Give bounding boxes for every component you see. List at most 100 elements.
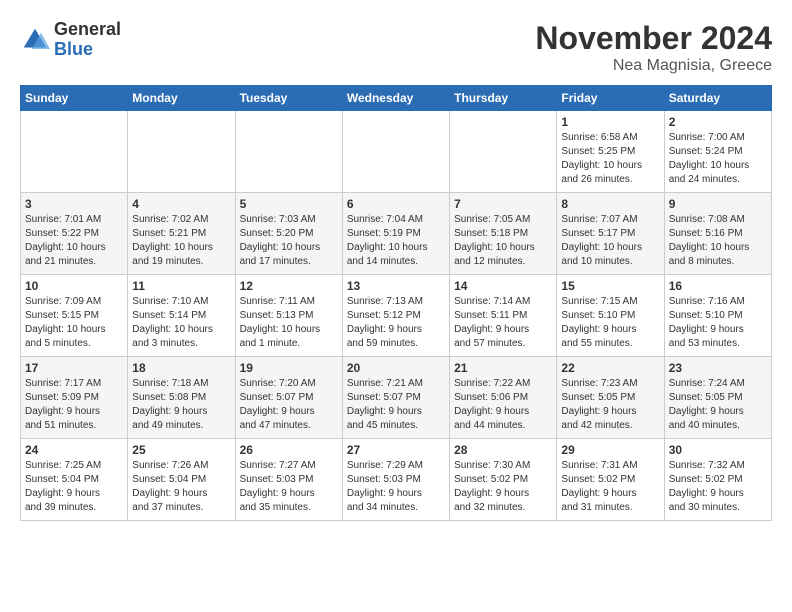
weekday-header: Wednesday [342,86,449,111]
calendar-cell: 21 Sunrise: 7:22 AM Sunset: 5:06 PM Dayli… [450,357,557,439]
day-detail: Sunrise: 7:21 AM Sunset: 5:07 PM Dayligh… [347,377,445,433]
calendar-week-row: 3 Sunrise: 7:01 AM Sunset: 5:22 PM Daylig… [21,193,772,275]
day-detail: Sunrise: 7:02 AM Sunset: 5:21 PM Dayligh… [132,213,230,269]
calendar-cell: 10Sunrise: 7:09 AM Sunset: 5:15 PM Dayli… [21,275,128,357]
logo-icon [20,25,50,55]
day-detail: Sunrise: 7:15 AM Sunset: 5:10 PM Dayligh… [561,295,659,351]
header: General Blue November 2024 Nea Magnisia,… [20,20,772,75]
calendar-cell: 18 Sunrise: 7:18 AM Sunset: 5:08 PM Dayli… [128,357,235,439]
day-detail: Sunrise: 7:25 AM Sunset: 5:04 PM Dayligh… [25,459,123,515]
calendar-cell [450,111,557,193]
calendar-cell: 24 Sunrise: 7:25 AM Sunset: 5:04 PM Dayli… [21,439,128,521]
calendar-cell [342,111,449,193]
calendar-cell: 25 Sunrise: 7:26 AM Sunset: 5:04 PM Dayli… [128,439,235,521]
day-number: 19 [240,361,338,375]
day-number: 20 [347,361,445,375]
day-detail: Sunrise: 7:04 AM Sunset: 5:19 PM Dayligh… [347,213,445,269]
day-number: 24 [25,443,123,457]
calendar-cell: 20 Sunrise: 7:21 AM Sunset: 5:07 PM Dayli… [342,357,449,439]
day-number: 17 [25,361,123,375]
weekday-header: Saturday [664,86,771,111]
day-number: 26 [240,443,338,457]
day-number: 9 [669,197,767,211]
calendar-cell: 19 Sunrise: 7:20 AM Sunset: 5:07 PM Dayli… [235,357,342,439]
day-detail: Sunrise: 7:08 AM Sunset: 5:16 PM Dayligh… [669,213,767,269]
calendar-cell: 1Sunrise: 6:58 AM Sunset: 5:25 PM Daylig… [557,111,664,193]
day-number: 18 [132,361,230,375]
day-number: 4 [132,197,230,211]
day-number: 3 [25,197,123,211]
calendar-cell: 6 Sunrise: 7:04 AM Sunset: 5:19 PM Daylig… [342,193,449,275]
calendar-cell [235,111,342,193]
day-number: 1 [561,115,659,129]
calendar-cell: 2 Sunrise: 7:00 AM Sunset: 5:24 PM Daylig… [664,111,771,193]
day-number: 25 [132,443,230,457]
day-number: 27 [347,443,445,457]
calendar-cell: 5Sunrise: 7:03 AM Sunset: 5:20 PM Daylig… [235,193,342,275]
day-detail: Sunrise: 7:17 AM Sunset: 5:09 PM Dayligh… [25,377,123,433]
day-number: 28 [454,443,552,457]
calendar-cell: 8 Sunrise: 7:07 AM Sunset: 5:17 PM Daylig… [557,193,664,275]
weekday-header: Friday [557,86,664,111]
day-detail: Sunrise: 7:18 AM Sunset: 5:08 PM Dayligh… [132,377,230,433]
calendar-cell: 27 Sunrise: 7:29 AM Sunset: 5:03 PM Dayli… [342,439,449,521]
day-detail: Sunrise: 7:27 AM Sunset: 5:03 PM Dayligh… [240,459,338,515]
day-detail: Sunrise: 7:07 AM Sunset: 5:17 PM Dayligh… [561,213,659,269]
day-detail: Sunrise: 7:20 AM Sunset: 5:07 PM Dayligh… [240,377,338,433]
calendar-cell [128,111,235,193]
calendar-cell: 3 Sunrise: 7:01 AM Sunset: 5:22 PM Daylig… [21,193,128,275]
calendar-cell: 29 Sunrise: 7:31 AM Sunset: 5:02 PM Dayli… [557,439,664,521]
day-detail: Sunrise: 7:05 AM Sunset: 5:18 PM Dayligh… [454,213,552,269]
day-number: 22 [561,361,659,375]
logo-text: General Blue [54,20,121,60]
calendar-cell: 30 Sunrise: 7:32 AM Sunset: 5:02 PM Dayli… [664,439,771,521]
day-number: 13 [347,279,445,293]
logo-blue: Blue [54,40,121,60]
calendar-cell: 13Sunrise: 7:13 AM Sunset: 5:12 PM Dayli… [342,275,449,357]
day-detail: Sunrise: 7:26 AM Sunset: 5:04 PM Dayligh… [132,459,230,515]
day-number: 16 [669,279,767,293]
day-number: 2 [669,115,767,129]
day-detail: Sunrise: 7:29 AM Sunset: 5:03 PM Dayligh… [347,459,445,515]
calendar-cell: 16Sunrise: 7:16 AM Sunset: 5:10 PM Dayli… [664,275,771,357]
calendar-cell: 12 Sunrise: 7:11 AM Sunset: 5:13 PM Dayli… [235,275,342,357]
calendar-cell: 23Sunrise: 7:24 AM Sunset: 5:05 PM Dayli… [664,357,771,439]
calendar-cell: 4 Sunrise: 7:02 AM Sunset: 5:21 PM Daylig… [128,193,235,275]
weekday-header: Sunday [21,86,128,111]
day-number: 8 [561,197,659,211]
day-detail: Sunrise: 7:31 AM Sunset: 5:02 PM Dayligh… [561,459,659,515]
day-number: 7 [454,197,552,211]
location-title: Nea Magnisia, Greece [535,57,772,75]
calendar-cell: 14Sunrise: 7:14 AM Sunset: 5:11 PM Dayli… [450,275,557,357]
day-detail: Sunrise: 7:11 AM Sunset: 5:13 PM Dayligh… [240,295,338,351]
day-detail: Sunrise: 7:32 AM Sunset: 5:02 PM Dayligh… [669,459,767,515]
day-number: 6 [347,197,445,211]
calendar-week-row: 1Sunrise: 6:58 AM Sunset: 5:25 PM Daylig… [21,111,772,193]
calendar-week-row: 17 Sunrise: 7:17 AM Sunset: 5:09 PM Dayli… [21,357,772,439]
day-number: 12 [240,279,338,293]
day-number: 30 [669,443,767,457]
day-detail: Sunrise: 7:22 AM Sunset: 5:06 PM Dayligh… [454,377,552,433]
day-detail: Sunrise: 7:03 AM Sunset: 5:20 PM Dayligh… [240,213,338,269]
calendar-table: SundayMondayTuesdayWednesdayThursdayFrid… [20,85,772,521]
weekday-header: Monday [128,86,235,111]
calendar-cell: 9 Sunrise: 7:08 AM Sunset: 5:16 PM Daylig… [664,193,771,275]
day-number: 11 [132,279,230,293]
day-number: 29 [561,443,659,457]
calendar-cell: 26 Sunrise: 7:27 AM Sunset: 5:03 PM Dayli… [235,439,342,521]
day-detail: Sunrise: 7:00 AM Sunset: 5:24 PM Dayligh… [669,131,767,187]
day-detail: Sunrise: 7:01 AM Sunset: 5:22 PM Dayligh… [25,213,123,269]
day-number: 10 [25,279,123,293]
day-number: 21 [454,361,552,375]
weekday-header: Tuesday [235,86,342,111]
day-detail: Sunrise: 7:14 AM Sunset: 5:11 PM Dayligh… [454,295,552,351]
day-detail: Sunrise: 7:10 AM Sunset: 5:14 PM Dayligh… [132,295,230,351]
calendar-cell: 15 Sunrise: 7:15 AM Sunset: 5:10 PM Dayli… [557,275,664,357]
day-number: 15 [561,279,659,293]
weekday-header-row: SundayMondayTuesdayWednesdayThursdayFrid… [21,86,772,111]
weekday-header: Thursday [450,86,557,111]
month-title: November 2024 [535,20,772,57]
logo-general: General [54,20,121,40]
day-detail: Sunrise: 7:30 AM Sunset: 5:02 PM Dayligh… [454,459,552,515]
day-number: 23 [669,361,767,375]
